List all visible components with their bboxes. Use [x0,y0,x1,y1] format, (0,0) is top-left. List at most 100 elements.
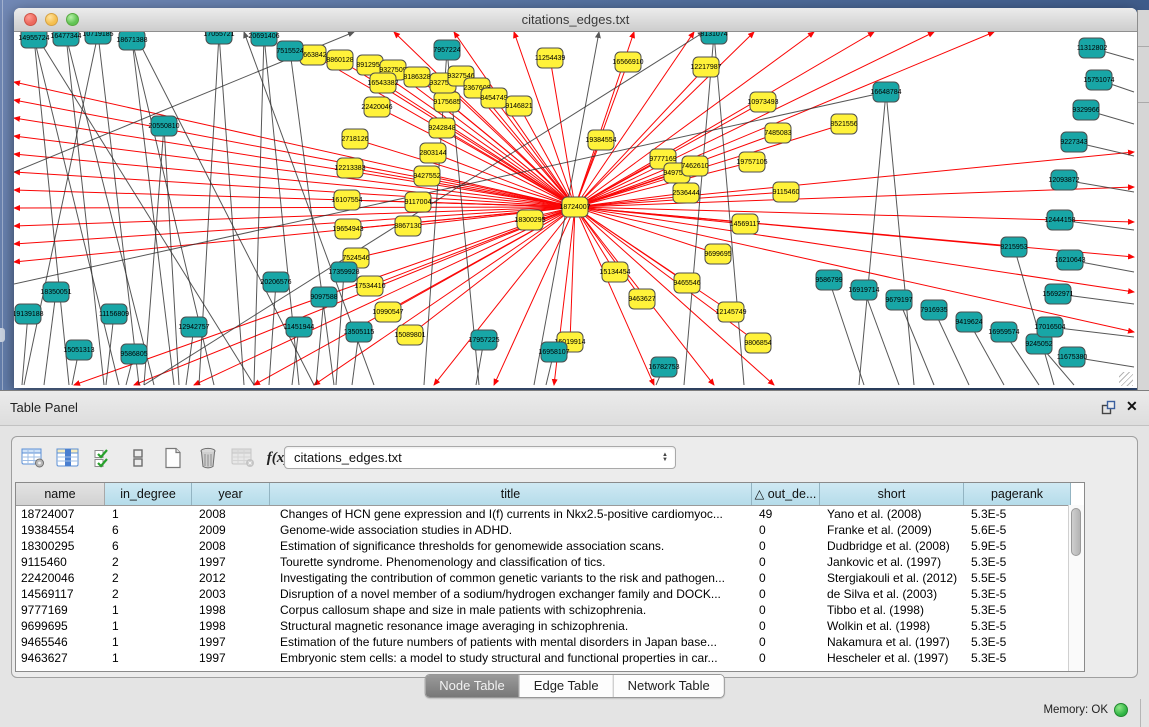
graph-node[interactable]: 2536444 [672,183,699,203]
graph-node[interactable]: 12145749 [715,302,746,322]
memory-ok-icon[interactable] [1114,703,1128,717]
cell-in_degree[interactable]: 1 [105,650,192,666]
table-row[interactable]: 969969511998Structural magnetic resonanc… [16,618,1084,634]
graph-node[interactable]: 16210643 [1054,250,1085,270]
graph-node[interactable]: 20691406 [248,32,279,46]
cell-short[interactable]: Tibbo et al. (1998) [820,602,964,618]
graph-node[interactable]: 9175685 [433,92,460,112]
cell-year[interactable]: 2012 [192,570,270,586]
cell-pagerank[interactable]: 5.3E-5 [964,634,1071,650]
cell-short[interactable]: Hescheler et al. (1997) [820,650,964,666]
cell-year[interactable]: 1997 [192,634,270,650]
graph-node[interactable]: 8131074 [700,32,727,44]
cell-name[interactable]: 9465546 [16,634,105,650]
graph-node[interactable]: 9806854 [744,333,771,353]
graph-node[interactable]: 9117004 [405,192,432,212]
graph-node[interactable]: 9586799 [815,270,842,290]
delete-table-icon[interactable] [195,445,221,471]
tab-node-table[interactable]: Node Table [425,675,520,697]
cell-pagerank[interactable]: 5.9E-5 [964,538,1071,554]
cell-in_degree[interactable]: 6 [105,538,192,554]
cell-name[interactable]: 9777169 [16,602,105,618]
cell-in_degree[interactable]: 6 [105,522,192,538]
graph-node[interactable]: 20550810 [148,116,179,136]
table-selector-dropdown[interactable]: citations_edges.txt ▲▼ [284,446,676,469]
float-window-icon[interactable] [1101,400,1116,420]
cell-out_degree[interactable]: 0 [752,586,820,602]
cell-out_degree[interactable]: 0 [752,554,820,570]
graph-node[interactable]: 19654943 [332,219,363,239]
graph-node[interactable]: 7462610 [681,156,708,176]
table-scrollbar[interactable] [1068,505,1084,672]
cell-short[interactable]: Stergiakouli et al. (2012) [820,570,964,586]
cell-pagerank[interactable]: 5.6E-5 [964,522,1071,538]
cell-name[interactable]: 19384554 [16,522,105,538]
table-row[interactable]: 911546021997Tourette syndrome. Phenomeno… [16,554,1084,570]
cell-title[interactable]: Estimation of the future numbers of pati… [270,634,752,650]
cell-out_degree[interactable]: 0 [752,522,820,538]
graph-node[interactable]: 10990547 [372,302,403,322]
cell-short[interactable]: Yano et al. (2008) [820,506,964,522]
table-row[interactable]: 946362711997Embryonic stem cells: a mode… [16,650,1084,666]
cell-year[interactable]: 1997 [192,554,270,570]
graph-node[interactable]: 9097588 [310,287,337,307]
graph-node[interactable]: 12942757 [178,317,209,337]
table-row[interactable]: 1872400712008Changes of HCN gene express… [16,506,1084,522]
select-columns-icon[interactable] [55,445,81,471]
graph-node[interactable]: 8186328 [403,67,430,87]
cell-name[interactable]: 18724007 [16,506,105,522]
cell-title[interactable]: Changes of HCN gene expression and I(f) … [270,506,752,522]
cell-year[interactable]: 2003 [192,586,270,602]
cell-out_degree[interactable]: 0 [752,538,820,554]
graph-node[interactable]: 8215953 [1000,237,1027,257]
cell-title[interactable]: Corpus callosum shape and size in male p… [270,602,752,618]
graph-node[interactable]: 7485083 [764,123,791,143]
graph-node[interactable]: 9465546 [673,273,700,293]
cell-name[interactable]: 18300295 [16,538,105,554]
graph-node[interactable]: 15692971 [1042,284,1073,304]
graph-node[interactable]: 11312802 [1077,38,1108,58]
graph-node[interactable]: 15134454 [599,262,630,282]
cell-short[interactable]: Dudbridge et al. (2008) [820,538,964,554]
graph-node[interactable]: 16648784 [870,82,901,102]
cell-name[interactable]: 9699695 [16,618,105,634]
cell-short[interactable]: Nakamura et al. (1997) [820,634,964,650]
cell-short[interactable]: Franke et al. (2009) [820,522,964,538]
cell-title[interactable]: Disruption of a novel member of a sodium… [270,586,752,602]
graph-node[interactable]: 8867130 [394,216,421,236]
column-header-pagerank[interactable]: pagerank [964,483,1071,505]
cell-year[interactable]: 2008 [192,506,270,522]
graph-node[interactable]: 18671388 [116,32,147,50]
cell-pagerank[interactable]: 5.5E-5 [964,570,1071,586]
graph-node[interactable]: 9329966 [1072,100,1099,120]
cell-short[interactable]: Jankovic et al. (1997) [820,554,964,570]
column-header-short[interactable]: short [820,483,964,505]
graph-node[interactable]: 12217987 [690,57,721,77]
graph-node[interactable]: 16782753 [648,357,679,377]
left-splitter-handle[interactable] [0,328,5,342]
graph-node[interactable]: 2803144 [419,143,446,163]
cell-title[interactable]: Embryonic stem cells: a model to study s… [270,650,752,666]
graph-node[interactable]: 15089801 [394,325,425,345]
graph-node[interactable]: 2718126 [341,129,368,149]
cell-in_degree[interactable]: 2 [105,586,192,602]
select-all-icon[interactable] [90,445,116,471]
cell-year[interactable]: 1997 [192,650,270,666]
table-row[interactable]: 1456911722003Disruption of a novel membe… [16,586,1084,602]
graph-node[interactable]: 11254439 [535,48,566,68]
graph-node[interactable]: 20206576 [260,272,291,292]
graph-node[interactable]: 9699695 [704,244,731,264]
graph-node[interactable]: 9679197 [885,290,912,310]
graph-node[interactable]: 16959574 [988,322,1019,342]
new-table-icon[interactable] [160,445,186,471]
cell-out_degree[interactable]: 0 [752,602,820,618]
cell-pagerank[interactable]: 5.3E-5 [964,554,1071,570]
graph-node[interactable]: 14955724 [18,32,49,48]
cell-pagerank[interactable]: 5.3E-5 [964,506,1071,522]
graph-node[interactable]: 10719185 [82,32,113,44]
graph-node[interactable]: 8860128 [326,50,353,70]
graph-node[interactable]: 10973493 [747,92,778,112]
graph-node[interactable]: 12213383 [334,158,365,178]
row-height-icon[interactable] [125,445,151,471]
graph-node[interactable]: 17359928 [328,262,359,282]
